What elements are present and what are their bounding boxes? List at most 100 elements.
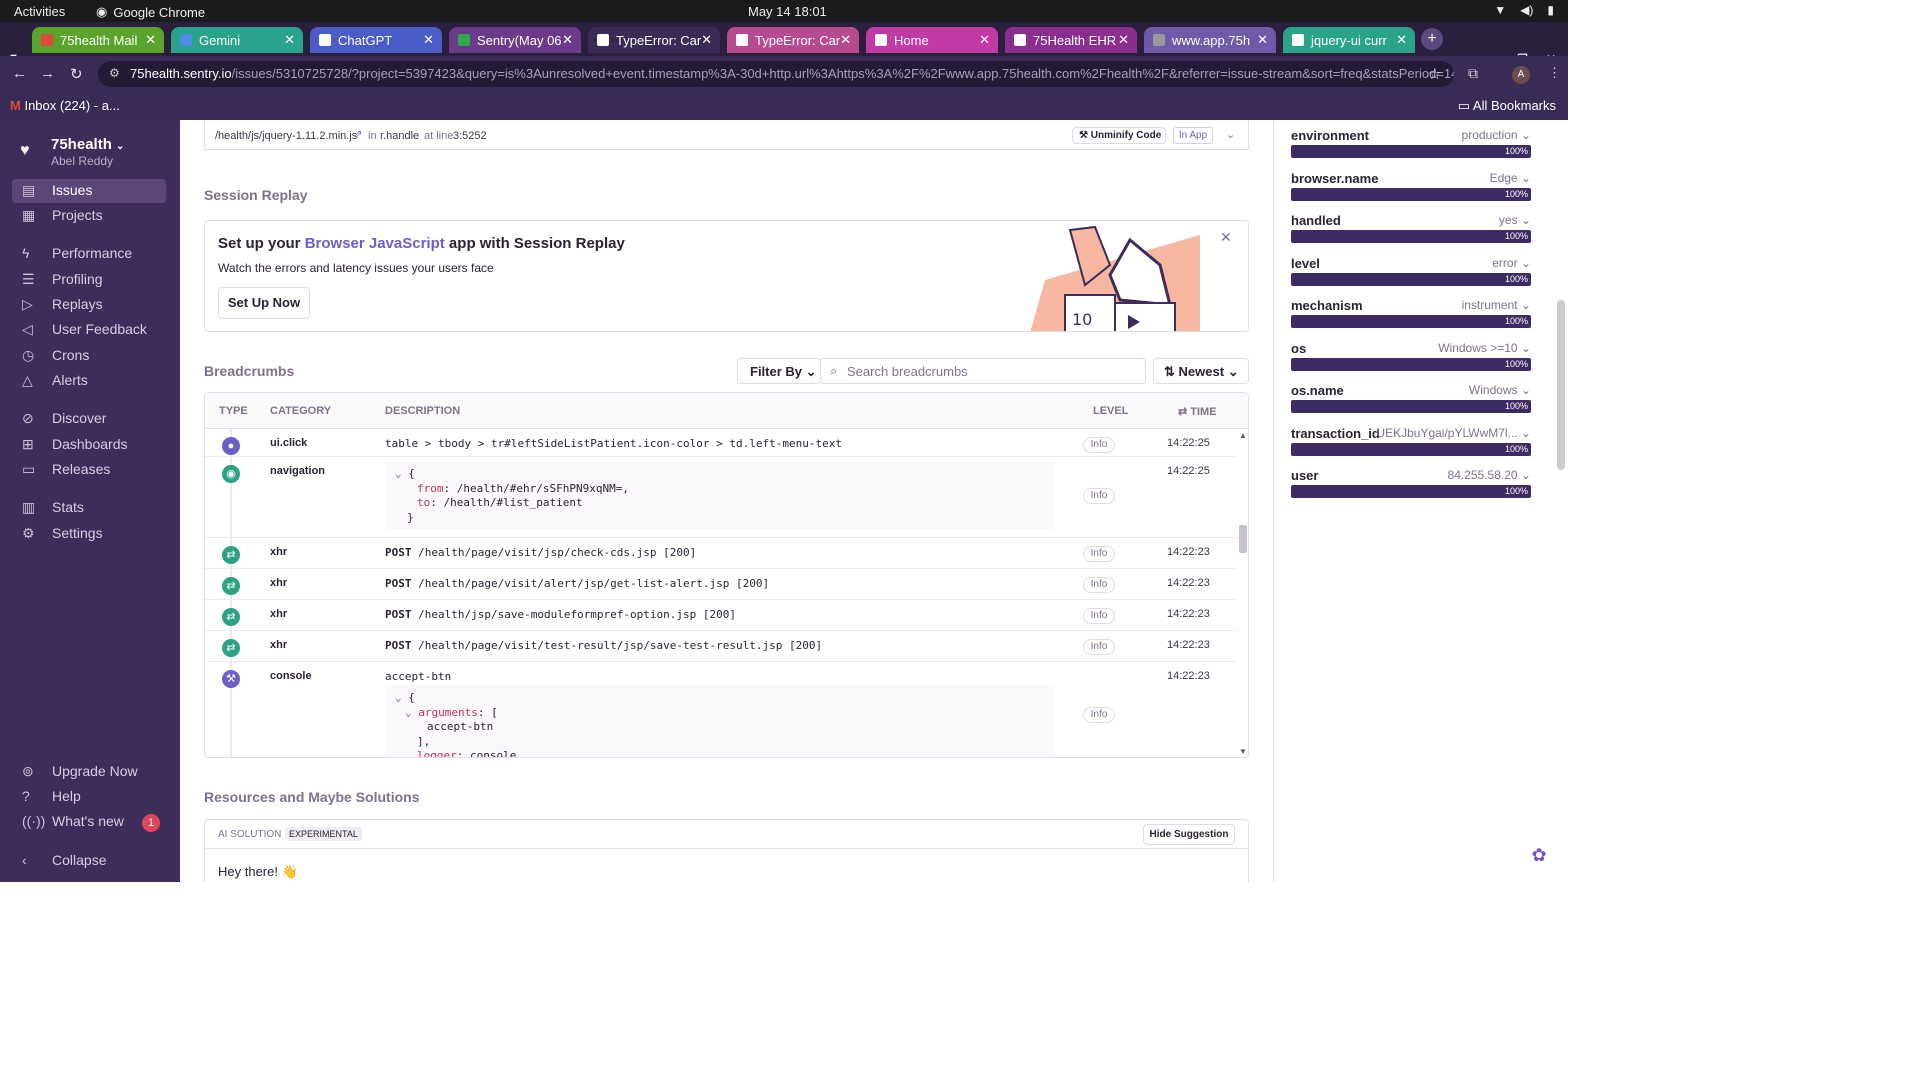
sort-dropdown[interactable]: ⇅ Newest ⌄ bbox=[1153, 358, 1249, 384]
browser-tab[interactable]: 75Health EHR ✕ bbox=[1005, 27, 1137, 53]
scroll-down-icon[interactable]: ▼ bbox=[1239, 747, 1247, 756]
sidebar-item-replays[interactable]: ▷ Replays bbox=[12, 293, 166, 317]
tag-value: production bbox=[1461, 128, 1518, 142]
page-scrollbar-thumb[interactable] bbox=[1557, 300, 1565, 470]
new-tab-button[interactable]: + bbox=[1421, 28, 1443, 50]
close-icon[interactable]: ✕ bbox=[1220, 229, 1232, 246]
hide-suggestion-button[interactable]: Hide Suggestion bbox=[1143, 824, 1235, 845]
search-breadcrumbs-input[interactable]: ⌕ Search breadcrumbs bbox=[820, 358, 1146, 384]
breadcrumbs-table: TYPE CATEGORY DESCRIPTION LEVEL ⇄ TIME ●… bbox=[204, 392, 1249, 758]
projects-icon: ▦ bbox=[22, 207, 36, 223]
sidebar-item-whats-new[interactable]: ((·)) What's new 1 bbox=[12, 810, 166, 834]
open-file-icon[interactable]: ⇗ bbox=[354, 129, 362, 140]
col-time[interactable]: ⇄ TIME bbox=[1178, 405, 1217, 418]
stack-frame[interactable]: /health/js/jquery-1.11.2.min.js ⇗ in r.h… bbox=[204, 120, 1249, 150]
sidebar-item-crons[interactable]: ◷ Crons bbox=[12, 344, 166, 368]
clock[interactable]: May 14 18:01 bbox=[748, 4, 827, 19]
browser-tab[interactable]: TypeError: Car ✕ bbox=[727, 27, 859, 53]
bookmark-inbox[interactable]: M Inbox (224) - a... bbox=[10, 98, 120, 113]
tab-title: 75health Mail bbox=[60, 33, 138, 48]
collapse-icon[interactable]: ⌄ bbox=[405, 706, 412, 719]
sidebar-item-help[interactable]: ? Help bbox=[12, 785, 166, 809]
profile-avatar[interactable]: A bbox=[1512, 66, 1530, 84]
close-tab-icon[interactable]: ✕ bbox=[1118, 32, 1129, 48]
all-bookmarks[interactable]: ▭ All Bookmarks bbox=[1458, 98, 1556, 114]
scroll-up-icon[interactable]: ▲ bbox=[1239, 431, 1247, 440]
collapse-icon[interactable]: ⌄ bbox=[395, 691, 402, 704]
close-tab-icon[interactable]: ✕ bbox=[979, 32, 990, 48]
sidebar-item-user-feedback[interactable]: ◁ User Feedback bbox=[12, 318, 166, 342]
browser-tab[interactable]: Sentry(May 06 ✕ bbox=[449, 27, 581, 53]
table-row[interactable]: ⇄ xhr POST /health/page/visit/jsp/check-… bbox=[205, 538, 1237, 569]
col-category: CATEGORY bbox=[270, 405, 332, 417]
close-tab-icon[interactable]: ✕ bbox=[840, 32, 851, 48]
scroll-thumb[interactable] bbox=[1239, 525, 1247, 553]
json-bracket: [ bbox=[491, 705, 498, 719]
sidebar-item-upgrade[interactable]: ⊚ Upgrade Now bbox=[12, 760, 166, 784]
close-tab-icon[interactable]: ✕ bbox=[423, 32, 434, 48]
sidebar-item-performance[interactable]: ϟ Performance bbox=[12, 242, 166, 266]
table-row[interactable]: ⚒ console accept-btn ⌄ { ⌄ arguments: [ … bbox=[205, 662, 1237, 757]
collapse-sidebar-button[interactable]: ‹ Collapse bbox=[12, 849, 166, 873]
in-app-badge: In App bbox=[1173, 127, 1213, 144]
browser-menu-icon[interactable]: ⋮ bbox=[1548, 65, 1561, 81]
sidebar-item-stats[interactable]: ▥ Stats bbox=[12, 496, 166, 520]
browser-tab-active[interactable]: TypeError: Car ✕ bbox=[588, 27, 720, 53]
forward-icon[interactable]: → bbox=[40, 65, 55, 82]
sidebar-item-projects[interactable]: ▦ Projects bbox=[12, 204, 166, 228]
chevron-down-icon: ⌄ bbox=[1520, 426, 1531, 440]
play-icon: ▷ bbox=[22, 296, 33, 312]
tab-favicon-icon bbox=[1014, 34, 1026, 46]
extensions-icon[interactable]: ⧉ bbox=[1468, 65, 1478, 82]
browser-tab[interactable]: Home ✕ bbox=[866, 27, 998, 53]
close-tab-icon[interactable]: ✕ bbox=[145, 32, 156, 48]
close-tab-icon[interactable]: ✕ bbox=[284, 32, 295, 48]
bookmark-star-icon[interactable]: ☆ bbox=[1428, 65, 1441, 83]
table-row[interactable]: ⇄ xhr POST /health/jsp/save-moduleformpr… bbox=[205, 600, 1237, 631]
table-scrollbar[interactable]: ▲ ▼ bbox=[1238, 431, 1248, 757]
close-tab-icon[interactable]: ✕ bbox=[562, 32, 573, 48]
browser-tab[interactable]: www.app.75h ✕ bbox=[1144, 27, 1276, 53]
url-bar[interactable]: ⚙ 75health.sentry.io/issues/5310725728/?… bbox=[98, 61, 1454, 87]
sidebar-item-settings[interactable]: ⚙ Settings bbox=[12, 522, 166, 546]
sidebar-item-dashboards[interactable]: ⊞ Dashboards bbox=[12, 433, 166, 457]
active-app[interactable]: ◉ Google Chrome bbox=[96, 4, 205, 20]
system-tray[interactable]: ▼ ◀) ▮ bbox=[1494, 3, 1554, 17]
tag-percent: 100% bbox=[1504, 146, 1528, 156]
table-row[interactable]: ⇄ xhr POST /health/page/visit/test-resul… bbox=[205, 631, 1237, 662]
replay-title-link[interactable]: Browser JavaScript bbox=[305, 235, 445, 252]
set-up-now-button[interactable]: Set Up Now bbox=[218, 287, 310, 319]
sidebar-item-profiling[interactable]: ☰ Profiling bbox=[12, 268, 166, 292]
assistant-brain-icon[interactable]: ✿ bbox=[1527, 845, 1551, 869]
browser-tab[interactable]: Gemini ✕ bbox=[171, 27, 303, 53]
reload-icon[interactable]: ↻ bbox=[70, 65, 83, 83]
sidebar-item-issues[interactable]: ▤ Issues bbox=[12, 179, 166, 203]
site-info-icon[interactable]: ⚙ bbox=[109, 66, 120, 80]
filter-by-dropdown[interactable]: Filter By ⌄ bbox=[737, 358, 821, 384]
swap-icon: ⇄ bbox=[222, 639, 240, 657]
json-close: } bbox=[407, 510, 414, 524]
sidebar-item-releases[interactable]: ▭ Releases bbox=[12, 458, 166, 482]
back-icon[interactable]: ← bbox=[12, 65, 27, 82]
row-time: 14:22:23 bbox=[1167, 639, 1210, 651]
close-tab-icon[interactable]: ✕ bbox=[1257, 32, 1268, 48]
browser-tab[interactable]: jquery-ui curr ✕ bbox=[1283, 27, 1415, 53]
table-row[interactable]: ◉ navigation ⌄ { from: /health/#ehr/sSFh… bbox=[205, 457, 1237, 538]
close-tab-icon[interactable]: ✕ bbox=[1396, 32, 1407, 48]
row-category: xhr bbox=[270, 608, 288, 620]
replay-illustration: 10 bbox=[1030, 225, 1200, 331]
row-url: /health/jsp/save-moduleformpref-option.j… bbox=[418, 608, 737, 621]
unminify-code-button[interactable]: ⚒ Unminify Code bbox=[1072, 127, 1166, 144]
browser-tab[interactable]: ChatGPT ✕ bbox=[310, 27, 442, 53]
sidebar-item-discover[interactable]: ⊘ Discover bbox=[12, 407, 166, 431]
clock-icon: ◷ bbox=[22, 347, 35, 363]
activities-button[interactable]: Activities bbox=[14, 4, 65, 19]
all-bookmarks-label: All Bookmarks bbox=[1472, 98, 1556, 113]
sidebar-item-alerts[interactable]: △ Alerts bbox=[12, 369, 166, 393]
collapse-icon[interactable]: ⌄ bbox=[395, 467, 402, 480]
browser-tab[interactable]: 75health Mail ✕ bbox=[32, 27, 164, 53]
table-row[interactable]: ⇄ xhr POST /health/page/visit/alert/jsp/… bbox=[205, 569, 1237, 600]
chevron-down-icon[interactable]: ⌄ bbox=[1226, 128, 1235, 141]
table-row[interactable]: ● ui.click table > tbody > tr#leftSideLi… bbox=[205, 429, 1237, 457]
close-tab-icon[interactable]: ✕ bbox=[701, 32, 712, 48]
